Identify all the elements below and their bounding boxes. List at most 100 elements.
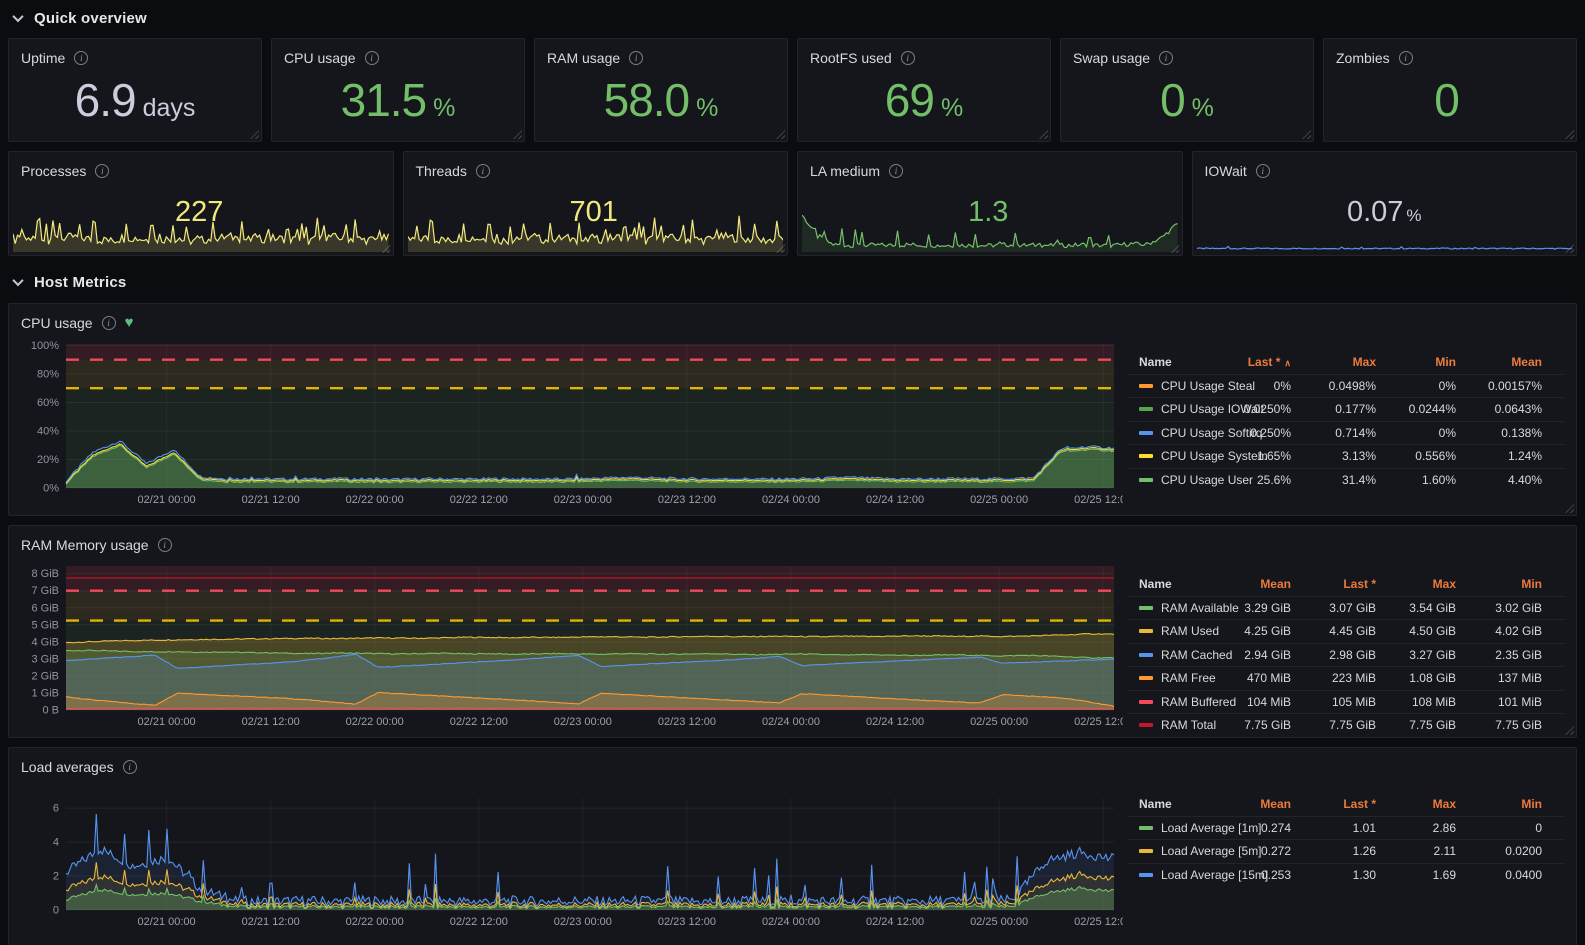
series-color-swatch [1139, 676, 1153, 680]
svg-text:6 GiB: 6 GiB [31, 602, 59, 614]
info-icon[interactable] [95, 164, 109, 178]
info-icon[interactable] [1159, 51, 1173, 65]
legend-header-max[interactable]: Max [1376, 797, 1456, 811]
panel-title: Processes [21, 163, 86, 179]
legend-header-mean[interactable]: Mean [1196, 797, 1291, 811]
legend-row[interactable]: RAM Total7.75 GiB7.75 GiB7.75 GiB7.75 Gi… [1129, 713, 1564, 737]
legend-header-min[interactable]: Min [1456, 577, 1542, 591]
stat-value: 1.3 [798, 196, 1182, 229]
info-icon[interactable] [123, 760, 137, 774]
legend-value: 0.00157% [1456, 379, 1542, 393]
svg-text:02/22 00:00: 02/22 00:00 [346, 716, 404, 728]
section-quick-overview[interactable]: Quick overview [14, 6, 1577, 30]
section-host-metrics[interactable]: Host Metrics [14, 270, 1577, 294]
svg-text:02/22 12:00: 02/22 12:00 [450, 494, 508, 506]
info-icon[interactable] [1256, 164, 1270, 178]
legend-row[interactable]: Load Average [1m]0.2741.012.860 [1129, 816, 1564, 840]
legend-row[interactable]: CPU Usage System1.65%3.13%0.556%1.24% [1129, 444, 1564, 468]
info-icon[interactable] [889, 164, 903, 178]
legend-value: 101 MiB [1456, 695, 1542, 709]
legend-header-last[interactable]: Last * [1291, 577, 1376, 591]
info-icon[interactable] [74, 51, 88, 65]
svg-text:02/21 00:00: 02/21 00:00 [138, 916, 196, 928]
stat-panel-zombies: Zombies 0 [1323, 38, 1577, 142]
stat-panel-la-medium: LA medium 1.3 [797, 151, 1183, 256]
legend-value: 0.250% [1196, 426, 1291, 440]
svg-text:0: 0 [53, 905, 59, 917]
legend-row[interactable]: CPU Usage Steal0%0.0498%0%0.00157% [1129, 374, 1564, 398]
legend-header-name[interactable]: Name [1139, 577, 1196, 591]
info-icon[interactable] [629, 51, 643, 65]
legend-row[interactable]: Load Average [15m]0.2531.301.690.0400 [1129, 863, 1564, 887]
stat-value: 701 [404, 196, 788, 229]
svg-text:02/21 12:00: 02/21 12:00 [242, 716, 300, 728]
svg-text:02/24 12:00: 02/24 12:00 [866, 716, 924, 728]
legend-row[interactable]: RAM Buffered104 MiB105 MiB108 MiB101 MiB [1129, 690, 1564, 714]
panel-title: Uptime [21, 50, 65, 66]
legend-header-max[interactable]: Max [1376, 577, 1456, 591]
load-averages-chart[interactable]: 024602/21 00:0002/21 12:0002/22 00:0002/… [13, 790, 1123, 930]
load-averages-chart-panel: Load averages 024602/21 00:0002/21 12:00… [8, 747, 1577, 945]
section-title: Host Metrics [34, 274, 126, 291]
legend-row[interactable]: Load Average [5m]0.2721.262.110.0200 [1129, 839, 1564, 863]
svg-text:02/25 00:00: 02/25 00:00 [970, 494, 1028, 506]
ram-usage-chart[interactable]: 0 B1 GiB2 GiB3 GiB4 GiB5 GiB6 GiB7 GiB8 … [13, 558, 1123, 730]
legend-value: 7.75 GiB [1376, 718, 1456, 732]
svg-text:0 B: 0 B [42, 705, 59, 717]
svg-text:80%: 80% [37, 368, 59, 380]
legend-header-name[interactable]: Name [1139, 355, 1196, 369]
info-icon[interactable] [158, 538, 172, 552]
svg-text:02/23 12:00: 02/23 12:00 [658, 716, 716, 728]
legend-value: 2.86 [1376, 821, 1456, 835]
cpu-usage-legend: NameLast *∧MaxMinMean CPU Usage Steal0%0.… [1123, 336, 1568, 508]
stat-value: 227 [9, 196, 393, 229]
legend-row[interactable]: CPU Usage IOWait0.0250%0.177%0.0244%0.06… [1129, 397, 1564, 421]
legend-header-max[interactable]: Max [1291, 355, 1376, 369]
info-icon[interactable] [365, 51, 379, 65]
panel-title: CPU usage [284, 50, 356, 66]
info-icon[interactable] [1399, 51, 1413, 65]
legend-header-name[interactable]: Name [1139, 797, 1196, 811]
legend-value: 4.40% [1456, 473, 1542, 487]
legend-row[interactable]: CPU Usage User25.6%31.4%1.60%4.40% [1129, 468, 1564, 492]
legend-header-last[interactable]: Last * [1291, 797, 1376, 811]
legend-row[interactable]: RAM Free470 MiB223 MiB1.08 GiB137 MiB [1129, 666, 1564, 690]
section-title: Quick overview [34, 10, 147, 27]
legend-row[interactable]: CPU Usage Softirq0.250%0.714%0%0.138% [1129, 421, 1564, 445]
series-color-swatch [1139, 431, 1153, 435]
legend-header-mean[interactable]: Mean [1196, 577, 1291, 591]
legend-value: 137 MiB [1456, 671, 1542, 685]
legend-header-min[interactable]: Min [1376, 355, 1456, 369]
sort-asc-icon: ∧ [1284, 358, 1291, 368]
health-heart-icon [125, 316, 134, 330]
legend-value: 3.54 GiB [1376, 601, 1456, 615]
legend-value: 3.02 GiB [1456, 601, 1542, 615]
legend-value: 0.274 [1196, 821, 1291, 835]
legend-value: 0.0250% [1196, 402, 1291, 416]
legend-value: 0.0498% [1291, 379, 1376, 393]
stat-value: 31.5% [272, 73, 524, 127]
legend-value: 1.08 GiB [1376, 671, 1456, 685]
info-icon[interactable] [102, 316, 116, 330]
svg-text:4 GiB: 4 GiB [31, 636, 59, 648]
info-icon[interactable] [476, 164, 490, 178]
cpu-usage-chart[interactable]: 0%20%40%60%80%100%02/21 00:0002/21 12:00… [13, 336, 1123, 508]
series-color-swatch [1139, 873, 1153, 877]
legend-value: 2.98 GiB [1291, 648, 1376, 662]
svg-text:02/22 00:00: 02/22 00:00 [346, 494, 404, 506]
legend-header-min[interactable]: Min [1456, 797, 1542, 811]
legend-value: 0.272 [1196, 844, 1291, 858]
svg-text:02/24 12:00: 02/24 12:00 [866, 494, 924, 506]
panel-title: CPU usage [21, 315, 93, 331]
stat-value: 0.07% [1193, 196, 1577, 229]
panel-title: RAM usage [547, 50, 620, 66]
legend-value: 0.0643% [1456, 402, 1542, 416]
legend-row[interactable]: RAM Cached2.94 GiB2.98 GiB3.27 GiB2.35 G… [1129, 643, 1564, 667]
info-icon[interactable] [901, 51, 915, 65]
stat-panel-rootfs-used: RootFS used 69% [797, 38, 1051, 142]
legend-row[interactable]: RAM Used4.25 GiB4.45 GiB4.50 GiB4.02 GiB [1129, 619, 1564, 643]
legend-header-mean[interactable]: Mean [1456, 355, 1542, 369]
legend-header-last[interactable]: Last *∧ [1196, 355, 1291, 369]
legend-row[interactable]: RAM Available3.29 GiB3.07 GiB3.54 GiB3.0… [1129, 596, 1564, 620]
quick-stats-row: Uptime 6.9days CPU usage 31.5% RAM usage… [8, 38, 1577, 142]
